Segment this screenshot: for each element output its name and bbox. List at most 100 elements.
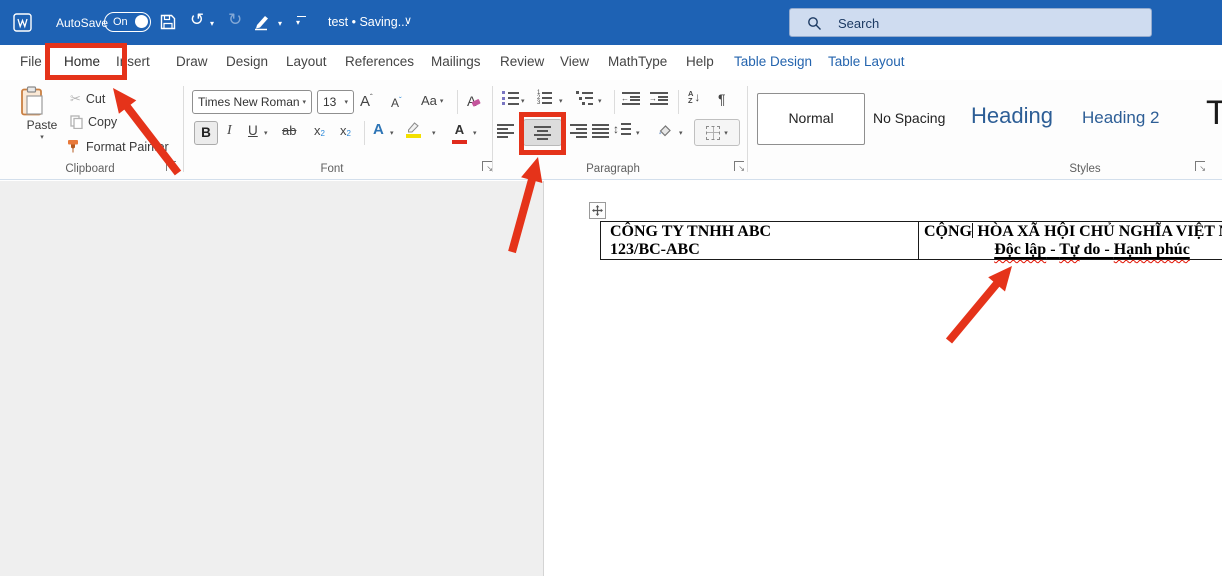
- underline-button[interactable]: U: [248, 123, 258, 138]
- redo-icon: ↻: [228, 10, 243, 29]
- format-painter-button[interactable]: Format Painter: [66, 139, 169, 154]
- eraser-icon: [471, 98, 482, 107]
- clear-formatting-button[interactable]: A: [467, 93, 484, 109]
- align-right-icon[interactable]: [570, 124, 587, 138]
- paragraph-dialog-launcher[interactable]: ↘: [734, 161, 745, 173]
- pen-dropdown-icon[interactable]: ▾: [278, 19, 282, 28]
- line-spacing-lines-icon: [621, 123, 631, 135]
- search-box[interactable]: Search: [789, 8, 1152, 37]
- line-spacing-button[interactable]: ↕: [613, 122, 631, 136]
- bold-button[interactable]: B: [194, 121, 218, 145]
- increase-indent-icon[interactable]: →: [649, 92, 668, 105]
- grow-font-button[interactable]: Aˆ: [360, 93, 373, 110]
- tab-review[interactable]: Review: [500, 45, 544, 80]
- italic-button[interactable]: I: [227, 123, 232, 139]
- mini-separator: [614, 90, 615, 114]
- strikethrough-button[interactable]: ab: [282, 123, 296, 138]
- mini-separator: [457, 90, 458, 114]
- document-canvas: CÔNG TY TNHH ABC 123/BC-ABC CỘNG HÒA XÃ …: [0, 181, 1222, 576]
- tab-table-layout[interactable]: Table Layout: [828, 45, 905, 80]
- font-family-dropdown-icon: ▾: [302, 99, 306, 106]
- tab-mailings[interactable]: Mailings: [431, 45, 481, 80]
- font-size-dropdown-icon: ▾: [344, 99, 348, 106]
- numbering-button[interactable]: 123: [537, 90, 553, 106]
- font-family-combobox[interactable]: Times New Roman ▾: [192, 90, 312, 114]
- font-color-dropdown-icon[interactable]: ▾: [473, 129, 477, 137]
- font-size-value: 13: [323, 95, 337, 109]
- font-dialog-launcher[interactable]: ↘: [482, 161, 493, 173]
- pilcrow-icon[interactable]: ¶: [718, 91, 726, 107]
- table-cell-company[interactable]: CÔNG TY TNHH ABC 123/BC-ABC: [601, 222, 919, 259]
- tab-mathtype[interactable]: MathType: [608, 45, 667, 80]
- clipboard-dialog-launcher[interactable]: ↘: [166, 161, 177, 173]
- shading-dropdown-icon[interactable]: ▾: [679, 129, 683, 137]
- style-heading[interactable]: Heading: [971, 103, 1053, 129]
- borders-button[interactable]: ▾: [694, 119, 740, 146]
- table-cell-republic[interactable]: CỘNG HÒA XÃ HỘI CHỦ NGHĨA VIỆT NAM Độc l…: [919, 222, 1222, 259]
- document-title[interactable]: test • Saving...: [328, 15, 408, 29]
- decrease-indent-icon[interactable]: ←: [621, 92, 640, 105]
- styles-dialog-launcher[interactable]: ↘: [1195, 161, 1206, 173]
- justify-icon[interactable]: [592, 124, 609, 138]
- underline-dropdown-icon[interactable]: ▾: [264, 129, 268, 137]
- tab-help[interactable]: Help: [686, 45, 714, 80]
- tab-layout[interactable]: Layout: [286, 45, 327, 80]
- shrink-font-button[interactable]: Aˇ: [391, 96, 402, 110]
- paste-button[interactable]: Paste ▾: [20, 86, 64, 158]
- text-effects-button[interactable]: A: [373, 121, 384, 138]
- highlighter-icon: [408, 122, 419, 133]
- change-case-dropdown-icon: ▾: [439, 98, 444, 105]
- text-effects-dropdown-icon[interactable]: ▾: [390, 129, 394, 137]
- multilevel-list-icon[interactable]: [576, 91, 593, 105]
- style-normal[interactable]: Normal: [757, 93, 865, 145]
- autosave-toggle[interactable]: On: [104, 12, 151, 32]
- copy-button: Copy: [70, 115, 117, 129]
- table-move-handle[interactable]: [589, 202, 606, 219]
- align-center-button[interactable]: [523, 119, 562, 146]
- autosave-label: AutoSave: [56, 16, 109, 30]
- document-table[interactable]: CÔNG TY TNHH ABC 123/BC-ABC CỘNG HÒA XÃ …: [600, 221, 1222, 260]
- tab-file[interactable]: File: [20, 45, 42, 80]
- company-name-line: CÔNG TY TNHH ABC: [610, 223, 772, 240]
- sort-down-arrow-icon: ↓: [694, 90, 701, 104]
- bullets-icon[interactable]: [502, 91, 519, 105]
- subscript-button[interactable]: x2: [314, 123, 325, 138]
- bullets-dropdown-icon[interactable]: ▾: [521, 97, 525, 105]
- undo-icon[interactable]: ↺: [190, 10, 204, 30]
- document-page[interactable]: CÔNG TY TNHH ABC 123/BC-ABC CỘNG HÒA XÃ …: [544, 181, 1222, 576]
- shading-button[interactable]: [657, 122, 673, 138]
- font-size-combobox[interactable]: 13 ▾: [317, 90, 354, 114]
- change-case-button[interactable]: Aa ▾: [421, 93, 443, 108]
- undo-dropdown-icon[interactable]: ▾: [210, 19, 214, 28]
- style-no-spacing[interactable]: No Spacing: [873, 110, 945, 126]
- active-tab-underline: [62, 75, 114, 78]
- save-icon[interactable]: [159, 13, 177, 31]
- tab-view[interactable]: View: [560, 45, 589, 80]
- draw-pen-icon[interactable]: [253, 13, 273, 31]
- title-dropdown-icon[interactable]: ∨: [404, 14, 412, 27]
- numbering-dropdown-icon[interactable]: ▾: [559, 97, 563, 105]
- font-family-value: Times New Roman: [198, 95, 300, 109]
- clipboard-icon: [21, 86, 43, 116]
- style-title-partial[interactable]: T: [1206, 94, 1222, 133]
- font-color-button[interactable]: A: [452, 121, 467, 144]
- multilevel-dropdown-icon[interactable]: ▾: [598, 97, 602, 105]
- motto-line: Độc lập - Tự do - Hạnh phúc: [994, 241, 1190, 258]
- tab-design[interactable]: Design: [226, 45, 268, 80]
- paste-dropdown-icon: ▾: [40, 134, 44, 141]
- ribbon-home: Paste ▾ ✂ Cut Copy Format Painter Clipbo…: [0, 80, 1222, 180]
- tab-insert[interactable]: Insert: [116, 45, 150, 80]
- highlight-dropdown-icon[interactable]: ▾: [432, 129, 436, 137]
- tab-references[interactable]: References: [345, 45, 414, 80]
- paint-bucket-icon: [659, 125, 671, 137]
- tab-draw[interactable]: Draw: [176, 45, 208, 80]
- word-window: AutoSave On ↺ ▾ ↻ ▾ ▾ test • Saving... ∨: [0, 0, 1222, 576]
- sort-button[interactable]: AZ ↓: [688, 90, 701, 105]
- word-app-icon[interactable]: [13, 13, 32, 32]
- tab-table-design[interactable]: Table Design: [734, 45, 812, 80]
- style-heading2[interactable]: Heading 2: [1082, 108, 1160, 128]
- align-left-icon[interactable]: [497, 124, 514, 138]
- line-spacing-dropdown-icon[interactable]: ▾: [636, 129, 640, 137]
- highlight-button[interactable]: [406, 121, 421, 138]
- superscript-button[interactable]: x2: [340, 123, 351, 138]
